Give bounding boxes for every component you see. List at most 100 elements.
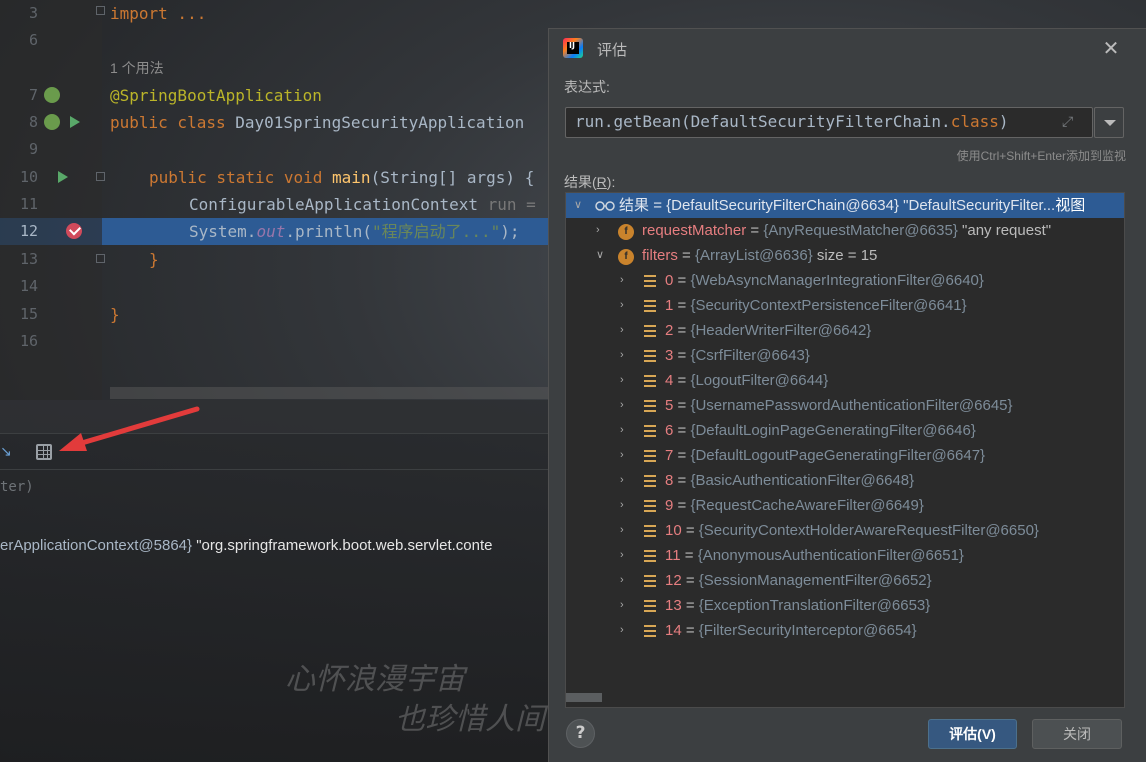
editor-horizontal-scrollbar[interactable] [110, 387, 548, 399]
evaluate-button[interactable]: 评估(V) [928, 719, 1017, 749]
chevron-right-icon[interactable]: › [620, 568, 632, 593]
evaluate-expression-icon[interactable] [36, 444, 52, 460]
tree-row-text: 结果 = {DefaultSecurityFilterChain@6634} "… [619, 197, 1086, 214]
code-line-annotation[interactable]: @SpringBootApplication [110, 82, 322, 109]
line-number: 9 [28, 140, 38, 158]
fold-icon[interactable] [96, 6, 105, 15]
help-button[interactable]: ? [566, 719, 595, 748]
tree-row-text: 12 = {SessionManagementFilter@6652} [665, 572, 932, 589]
code-line-close-class[interactable]: } [110, 301, 120, 328]
tree-row-text: 0 = {WebAsyncManagerIntegrationFilter@66… [665, 272, 984, 289]
tree-row-text: filters = {ArrayList@6636} size = 15 [642, 247, 878, 264]
chevron-right-icon[interactable]: › [620, 343, 632, 368]
code-line-main[interactable]: public static void main(String[] args) { [149, 164, 534, 191]
list-element-icon [644, 350, 656, 362]
tree-row-text: 5 = {UsernamePasswordAuthenticationFilte… [665, 397, 1013, 414]
tree-row-filter-item[interactable]: › 13 = {ExceptionTranslationFilter@6653} [566, 593, 1124, 618]
chevron-right-icon[interactable]: › [620, 543, 632, 568]
chevron-right-icon[interactable]: › [620, 518, 632, 543]
red-arrow-annotation [59, 406, 200, 451]
tree-row-filter-item[interactable]: › 3 = {CsrfFilter@6643} [566, 343, 1124, 368]
run-class-icon[interactable] [70, 116, 80, 128]
tree-row-filter-item[interactable]: › 2 = {HeaderWriterFilter@6642} [566, 318, 1124, 343]
tree-row-text: 13 = {ExceptionTranslationFilter@6653} [665, 597, 931, 614]
list-element-icon [644, 475, 656, 487]
tree-row-filter-item[interactable]: › 7 = {DefaultLogoutPageGeneratingFilter@… [566, 443, 1124, 468]
fold-icon[interactable] [96, 254, 105, 263]
chevron-right-icon[interactable]: › [620, 268, 632, 293]
code-line-println[interactable]: System.out.println("程序启动了..."); [189, 218, 519, 245]
expand-icon[interactable]: ⤢ [1062, 114, 1073, 130]
tree-row-filter-item[interactable]: › 4 = {LogoutFilter@6644} [566, 368, 1124, 393]
chevron-right-icon[interactable]: › [620, 293, 632, 318]
view-link[interactable]: 视图 [1055, 197, 1085, 214]
tree-row-filter-item[interactable]: › 6 = {DefaultLoginPageGeneratingFilter@6… [566, 418, 1124, 443]
line-number: 15 [19, 305, 38, 323]
line-number: 10 [19, 168, 38, 186]
list-element-icon [644, 375, 656, 387]
tree-row-filter-item[interactable]: › 8 = {BasicAuthenticationFilter@6648} [566, 468, 1124, 493]
step-icon[interactable]: ↘ [0, 444, 12, 460]
run-main-icon[interactable] [58, 171, 68, 183]
tree-row-filter-item[interactable]: › 11 = {AnonymousAuthenticationFilter@665… [566, 543, 1124, 568]
list-element-icon [644, 500, 656, 512]
code-line-import[interactable]: import ... [110, 0, 206, 27]
tree-row-root[interactable]: ∨ 结果 = {DefaultSecurityFilterChain@6634}… [566, 193, 1124, 218]
close-button[interactable]: 关闭 [1032, 719, 1122, 749]
tree-row-filter-item[interactable]: › 0 = {WebAsyncManagerIntegrationFilter@6… [566, 268, 1124, 293]
tree-row-filter-item[interactable]: › 10 = {SecurityContextHolderAwareRequest… [566, 518, 1124, 543]
list-element-icon [644, 525, 656, 537]
tree-row-filter-item[interactable]: › 14 = {FilterSecurityInterceptor@6654} [566, 618, 1124, 643]
spring-bean-icon[interactable] [44, 114, 60, 130]
tree-row-filters[interactable]: ∨ f filters = {ArrayList@6636} size = 15 [566, 243, 1124, 268]
line-number: 3 [28, 4, 38, 22]
tree-row-text: 2 = {HeaderWriterFilter@6642} [665, 322, 872, 339]
tree-row-text: 1 = {SecurityContextPersistenceFilter@66… [665, 297, 967, 314]
watch-glasses-icon [595, 201, 615, 211]
expression-input[interactable]: run.getBean(DefaultSecurityFilterChain.c… [565, 107, 1093, 138]
fold-icon[interactable] [96, 172, 105, 181]
expression-text[interactable]: run.getBean(DefaultSecurityFilterChain.c… [575, 112, 1009, 131]
usage-hint[interactable]: 1 个用法 [110, 55, 164, 82]
history-dropdown-button[interactable] [1094, 107, 1124, 138]
chevron-right-icon[interactable]: › [620, 443, 632, 468]
list-element-icon [644, 300, 656, 312]
spring-bean-icon[interactable] [44, 87, 60, 103]
chevron-right-icon[interactable]: › [620, 318, 632, 343]
tree-row-filter-item[interactable]: › 9 = {RequestCacheAwareFilter@6649} [566, 493, 1124, 518]
line-number: 13 [19, 250, 38, 268]
chevron-right-icon[interactable]: › [620, 468, 632, 493]
chevron-right-icon[interactable]: › [620, 393, 632, 418]
list-element-icon [644, 625, 656, 637]
line-number-current: 12 [19, 222, 38, 240]
chevron-right-icon[interactable]: › [596, 218, 608, 243]
line-number: 6 [28, 31, 38, 49]
list-element-icon [644, 450, 656, 462]
tree-row-text: 8 = {BasicAuthenticationFilter@6648} [665, 472, 915, 489]
chevron-right-icon[interactable]: › [620, 618, 632, 643]
tree-row-filter-item[interactable]: › 12 = {SessionManagementFilter@6652} [566, 568, 1124, 593]
list-element-icon [644, 425, 656, 437]
code-line-context[interactable]: ConfigurableApplicationContext run = [189, 191, 536, 218]
close-icon[interactable]: ✕ [1101, 38, 1121, 58]
code-line-class[interactable]: public class Day01SpringSecurityApplicat… [110, 109, 524, 136]
tree-row-request-matcher[interactable]: › f requestMatcher = {AnyRequestMatcher@… [566, 218, 1124, 243]
line-number: 14 [19, 277, 38, 295]
chevron-right-icon[interactable]: › [620, 593, 632, 618]
expression-fragment: ter) [0, 479, 34, 495]
chevron-right-icon[interactable]: › [620, 418, 632, 443]
tree-horizontal-scrollbar[interactable] [566, 693, 602, 702]
watch-hint: 使用Ctrl+Shift+Enter添加到监视 [956, 149, 1126, 163]
tree-row-filter-item[interactable]: › 1 = {SecurityContextPersistenceFilter@6… [566, 293, 1124, 318]
tree-row-filter-item[interactable]: › 5 = {UsernamePasswordAuthenticationFilt… [566, 393, 1124, 418]
chevron-right-icon[interactable]: › [620, 368, 632, 393]
chevron-right-icon[interactable]: › [620, 493, 632, 518]
result-tree[interactable]: ∨ 结果 = {DefaultSecurityFilterChain@6634}… [565, 192, 1125, 708]
chevron-down-icon[interactable]: ∨ [574, 193, 586, 218]
code-line-close-main[interactable]: } [149, 246, 159, 273]
chevron-down-icon[interactable]: ∨ [596, 243, 608, 268]
tree-row-text: 7 = {DefaultLogoutPageGeneratingFilter@6… [665, 447, 986, 464]
breakpoint-icon[interactable] [66, 223, 82, 239]
wallpaper-calligraphy: 心怀浪漫宇宙 也珍惜人间 [285, 662, 545, 737]
tree-row-text: 3 = {CsrfFilter@6643} [665, 347, 810, 364]
